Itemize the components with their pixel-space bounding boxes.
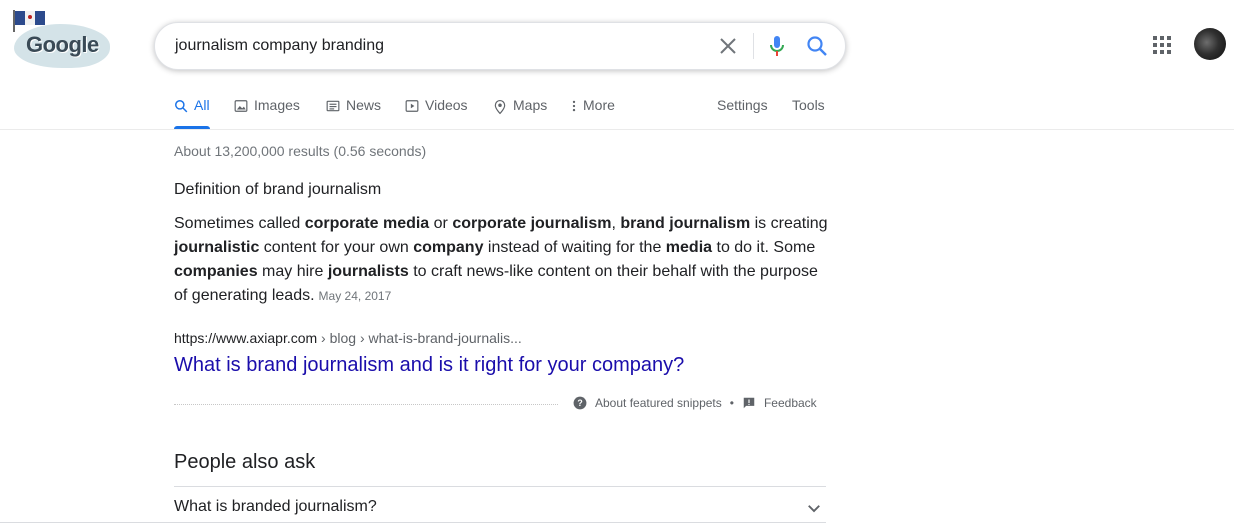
snippet-body-text: Sometimes called corporate media or corp… — [174, 215, 828, 304]
newspaper-icon — [326, 100, 340, 112]
tab-label: Images — [254, 97, 300, 113]
tab-news[interactable]: News — [326, 97, 381, 129]
tab-all[interactable]: All — [174, 97, 210, 129]
featured-snippet-text: Sometimes called corporate media or corp… — [174, 212, 834, 308]
snippet-text-segment: or — [429, 215, 453, 232]
result-url[interactable]: https://www.axiapr.com › blog › what-is-… — [174, 330, 522, 346]
about-featured-snippets-link[interactable]: About featured snippets — [595, 396, 722, 410]
paa-question[interactable]: What is branded journalism? — [174, 498, 377, 516]
settings-link[interactable]: Settings — [717, 97, 768, 129]
result-stats: About 13,200,000 results (0.56 seconds) — [174, 143, 427, 159]
help-icon[interactable]: ? — [573, 396, 587, 410]
result-domain: https://www.axiapr.com — [174, 330, 318, 346]
paa-divider — [0, 522, 826, 523]
feedback-link[interactable]: Feedback — [764, 396, 817, 410]
search-icon — [175, 100, 188, 113]
tools-link[interactable]: Tools — [792, 97, 825, 129]
highlighted-term: journalists — [327, 263, 409, 280]
tab-label: More — [583, 97, 615, 113]
tab-images[interactable]: Images — [234, 97, 300, 129]
highlighted-term: corporate journalism — [452, 215, 612, 232]
flag-icon — [13, 10, 45, 32]
search-input[interactable]: journalism company branding — [175, 23, 384, 69]
snippet-text-segment: content for your own — [259, 239, 414, 256]
snippet-dotted-divider — [174, 404, 558, 405]
highlighted-term: corporate media — [304, 215, 430, 232]
snippet-text-segment: to do it. Some — [712, 239, 816, 256]
tools-label: Tools — [792, 97, 825, 113]
settings-label: Settings — [717, 97, 768, 113]
tab-label: News — [346, 97, 382, 113]
google-logo[interactable]: Google — [12, 8, 112, 68]
kebab-icon — [572, 100, 576, 112]
play-icon — [405, 100, 419, 112]
result-title-link[interactable]: What is brand journalism and is it right… — [174, 354, 684, 377]
microphone-icon[interactable] — [765, 34, 789, 58]
header-divider — [0, 129, 1234, 130]
search-box[interactable]: journalism company branding — [154, 22, 846, 70]
search-icon[interactable] — [805, 34, 829, 58]
image-icon — [234, 100, 248, 112]
highlighted-term: brand journalism — [620, 215, 751, 232]
tab-label: Maps — [513, 97, 548, 113]
tab-videos[interactable]: Videos — [405, 97, 468, 129]
tab-maps[interactable]: Maps — [493, 97, 547, 129]
highlighted-term: media — [665, 239, 713, 256]
paa-divider — [174, 486, 826, 487]
highlighted-term: journalistic — [174, 239, 260, 256]
account-avatar[interactable] — [1194, 28, 1226, 60]
tab-label: All — [194, 97, 210, 113]
snippet-text-segment: Sometimes called — [174, 215, 305, 232]
logo-text: Google — [26, 32, 99, 57]
tab-more[interactable]: More — [571, 97, 615, 129]
snippet-date: May 24, 2017 — [318, 289, 392, 303]
snippet-text-segment: is creating — [750, 215, 828, 232]
featured-snippet-heading: Definition of brand journalism — [174, 181, 382, 198]
apps-grid-icon[interactable] — [1152, 35, 1172, 55]
chevron-down-icon[interactable] — [805, 499, 823, 517]
result-path: › blog › what-is-brand-journalis... — [317, 330, 522, 346]
feedback-icon[interactable] — [742, 396, 756, 410]
people-also-ask-heading: People also ask — [174, 451, 316, 473]
search-box-divider — [753, 33, 754, 59]
highlighted-term: companies — [174, 263, 258, 280]
map-pin-icon — [494, 99, 506, 115]
snippet-footer: ? About featured snippets • Feedback — [573, 396, 817, 410]
tab-label: Videos — [425, 97, 468, 113]
clear-icon[interactable] — [716, 34, 740, 58]
footer-separator: • — [729, 396, 734, 410]
highlighted-term: company — [413, 239, 484, 256]
snippet-text-segment: may hire — [257, 263, 328, 280]
snippet-text-segment: instead of waiting for the — [483, 239, 666, 256]
svg-text:?: ? — [577, 398, 582, 408]
